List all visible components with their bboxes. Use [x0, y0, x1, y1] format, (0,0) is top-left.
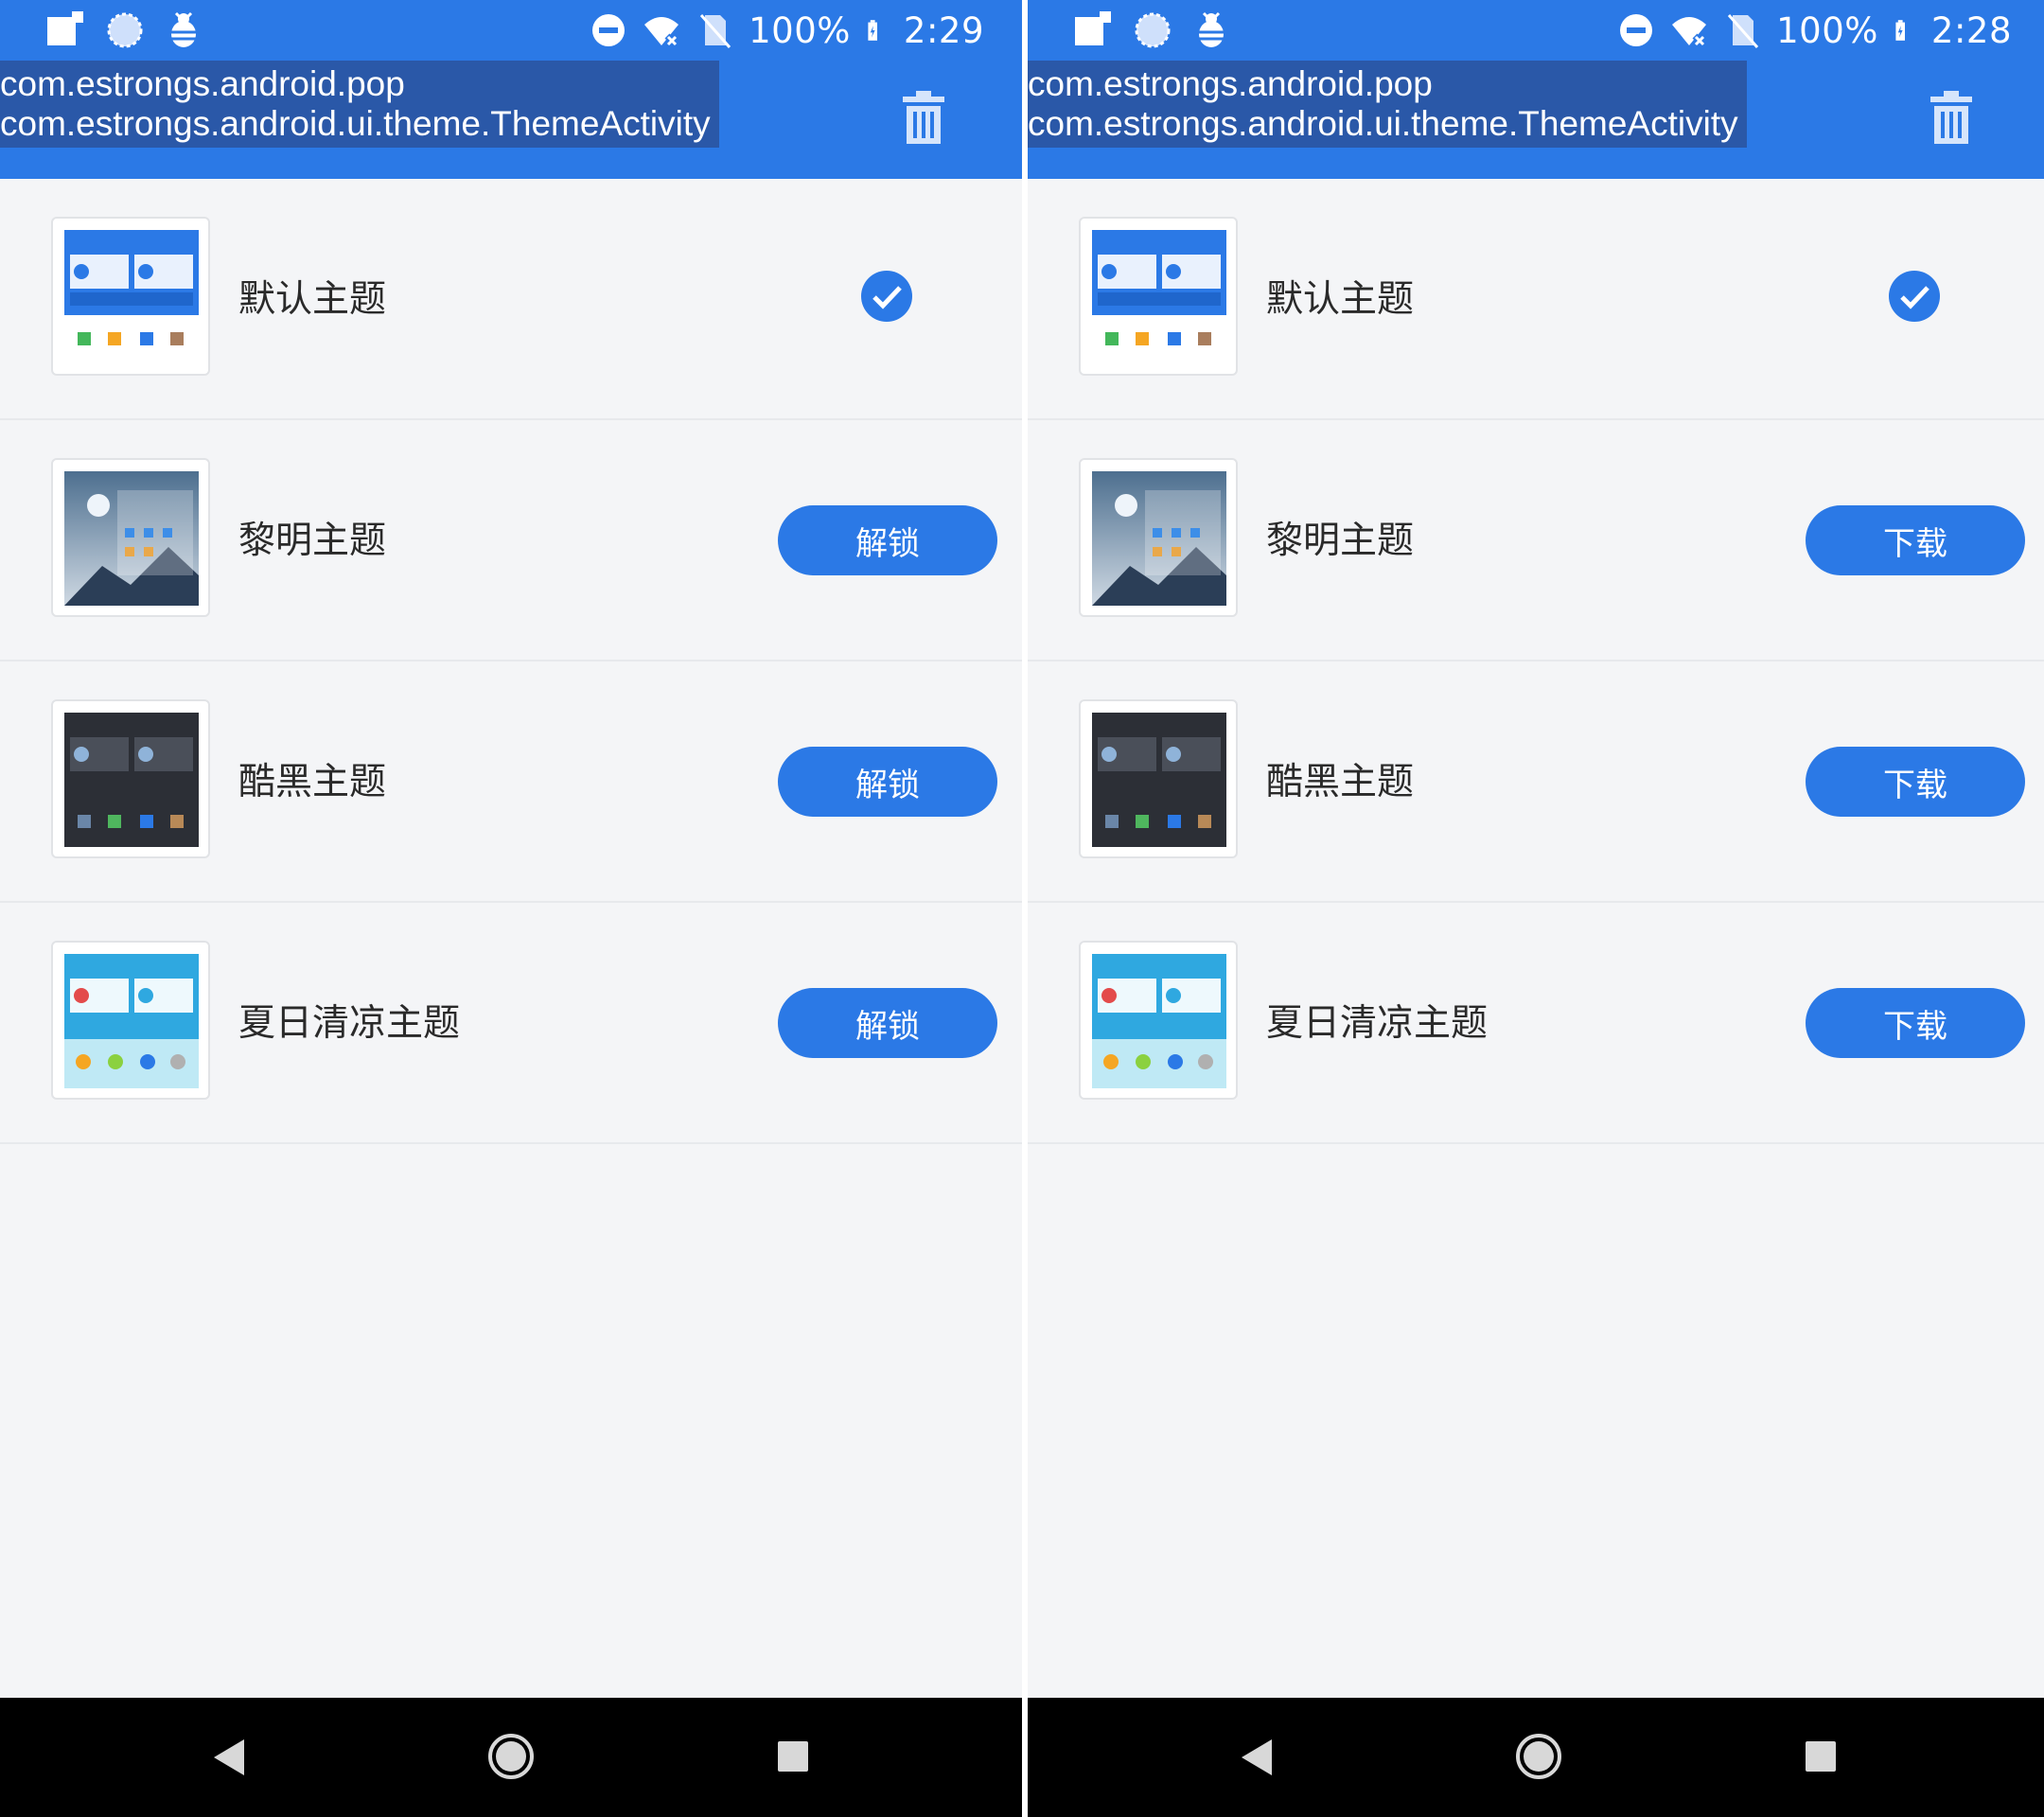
navigation-bar	[1028, 1698, 2044, 1817]
theme-thumbnail-dawn	[51, 458, 210, 617]
theme-name: 夏日清凉主题	[1266, 1002, 1489, 1045]
theme-list: 默认主题 黎明主题 下载 酷黑主题 下载 夏日清凉主题 下载	[1028, 179, 2044, 1144]
unlock-button[interactable]: 解锁	[778, 747, 997, 817]
screen-left: 100% 2:29 主题 com.estrongs.android.pop co…	[0, 0, 1022, 1817]
no-sim-icon	[700, 14, 731, 48]
selected-check-icon	[861, 271, 912, 322]
theme-thumbnail-summer	[51, 941, 210, 1100]
download-button[interactable]: 下载	[1806, 747, 2025, 817]
nav-recents-icon[interactable]	[776, 1739, 810, 1773]
trash-icon[interactable]	[1925, 89, 1978, 146]
theme-thumbnail-dark	[51, 699, 210, 858]
battery-percent: 100%	[1776, 9, 1878, 51]
theme-thumbnail-dark	[1079, 699, 1238, 858]
nav-back-icon[interactable]	[210, 1736, 248, 1779]
sync-icon	[1135, 12, 1171, 48]
battery-charging-icon	[1895, 20, 1905, 41]
trash-icon[interactable]	[897, 89, 950, 146]
wifi-off-icon	[644, 17, 679, 48]
status-right: 100% 2:28	[1617, 0, 2012, 61]
theme-name: 酷黑主题	[238, 761, 387, 803]
theme-name: 酷黑主题	[1266, 761, 1415, 803]
wifi-off-icon	[1672, 17, 1707, 48]
theme-list: 默认主题 黎明主题 解锁 酷黑主题 解锁 夏日清凉主题 解锁	[0, 179, 1022, 1144]
theme-name: 夏日清凉主题	[238, 1002, 461, 1045]
clock: 2:28	[1930, 9, 2012, 51]
notification-icon	[1075, 11, 1111, 45]
debug-activity-name: com.estrongs.android.ui.theme.ThemeActiv…	[0, 104, 711, 143]
screen-right: 100% 2:28 主题 com.estrongs.android.pop co…	[1028, 0, 2044, 1817]
debug-bug-icon	[171, 11, 196, 47]
status-bar: 100% 2:29	[0, 0, 1022, 61]
theme-thumbnail-dawn	[1079, 458, 1238, 617]
nav-home-icon[interactable]	[1514, 1732, 1563, 1781]
no-sim-icon	[1728, 14, 1759, 48]
battery-charging-icon	[868, 20, 877, 41]
sync-icon	[107, 12, 143, 48]
do-not-disturb-icon	[592, 14, 626, 46]
selected-check-icon	[1889, 271, 1940, 322]
nav-home-icon[interactable]	[486, 1732, 536, 1781]
theme-thumbnail-default	[1079, 217, 1238, 376]
debug-activity-name: com.estrongs.android.ui.theme.ThemeActiv…	[1028, 104, 1738, 143]
unlock-button[interactable]: 解锁	[778, 988, 997, 1058]
theme-name: 默认主题	[1266, 278, 1415, 321]
nav-recents-icon[interactable]	[1804, 1739, 1838, 1773]
battery-percent: 100%	[749, 9, 851, 51]
theme-row-dark[interactable]: 酷黑主题 解锁	[0, 662, 1022, 903]
activity-debug-overlay: com.estrongs.android.pop com.estrongs.an…	[1028, 61, 1747, 148]
theme-thumbnail-summer	[1079, 941, 1238, 1100]
status-right: 100% 2:29	[590, 0, 984, 61]
notification-icon	[47, 11, 83, 45]
debug-package-name: com.estrongs.android.pop	[0, 64, 405, 103]
theme-row-default[interactable]: 默认主题	[1028, 179, 2044, 420]
theme-name: 黎明主题	[1266, 520, 1415, 562]
download-button[interactable]: 下载	[1806, 988, 2025, 1058]
theme-thumbnail-default	[51, 217, 210, 376]
theme-name: 黎明主题	[238, 520, 387, 562]
clock: 2:29	[903, 9, 984, 51]
theme-row-default[interactable]: 默认主题	[0, 179, 1022, 420]
nav-back-icon[interactable]	[1238, 1736, 1276, 1779]
do-not-disturb-icon	[1620, 14, 1653, 46]
theme-name: 默认主题	[238, 278, 387, 321]
debug-package-name: com.estrongs.android.pop	[1028, 64, 1433, 103]
theme-row-dawn[interactable]: 黎明主题 解锁	[0, 420, 1022, 662]
debug-bug-icon	[1199, 11, 1224, 47]
activity-debug-overlay: com.estrongs.android.pop com.estrongs.an…	[0, 61, 719, 148]
theme-row-summer[interactable]: 夏日清凉主题 解锁	[0, 903, 1022, 1144]
unlock-button[interactable]: 解锁	[778, 505, 997, 575]
theme-row-dark[interactable]: 酷黑主题 下载	[1028, 662, 2044, 903]
download-button[interactable]: 下载	[1806, 505, 2025, 575]
status-bar: 100% 2:28	[1028, 0, 2044, 61]
theme-row-dawn[interactable]: 黎明主题 下载	[1028, 420, 2044, 662]
theme-row-summer[interactable]: 夏日清凉主题 下载	[1028, 903, 2044, 1144]
navigation-bar	[0, 1698, 1022, 1817]
